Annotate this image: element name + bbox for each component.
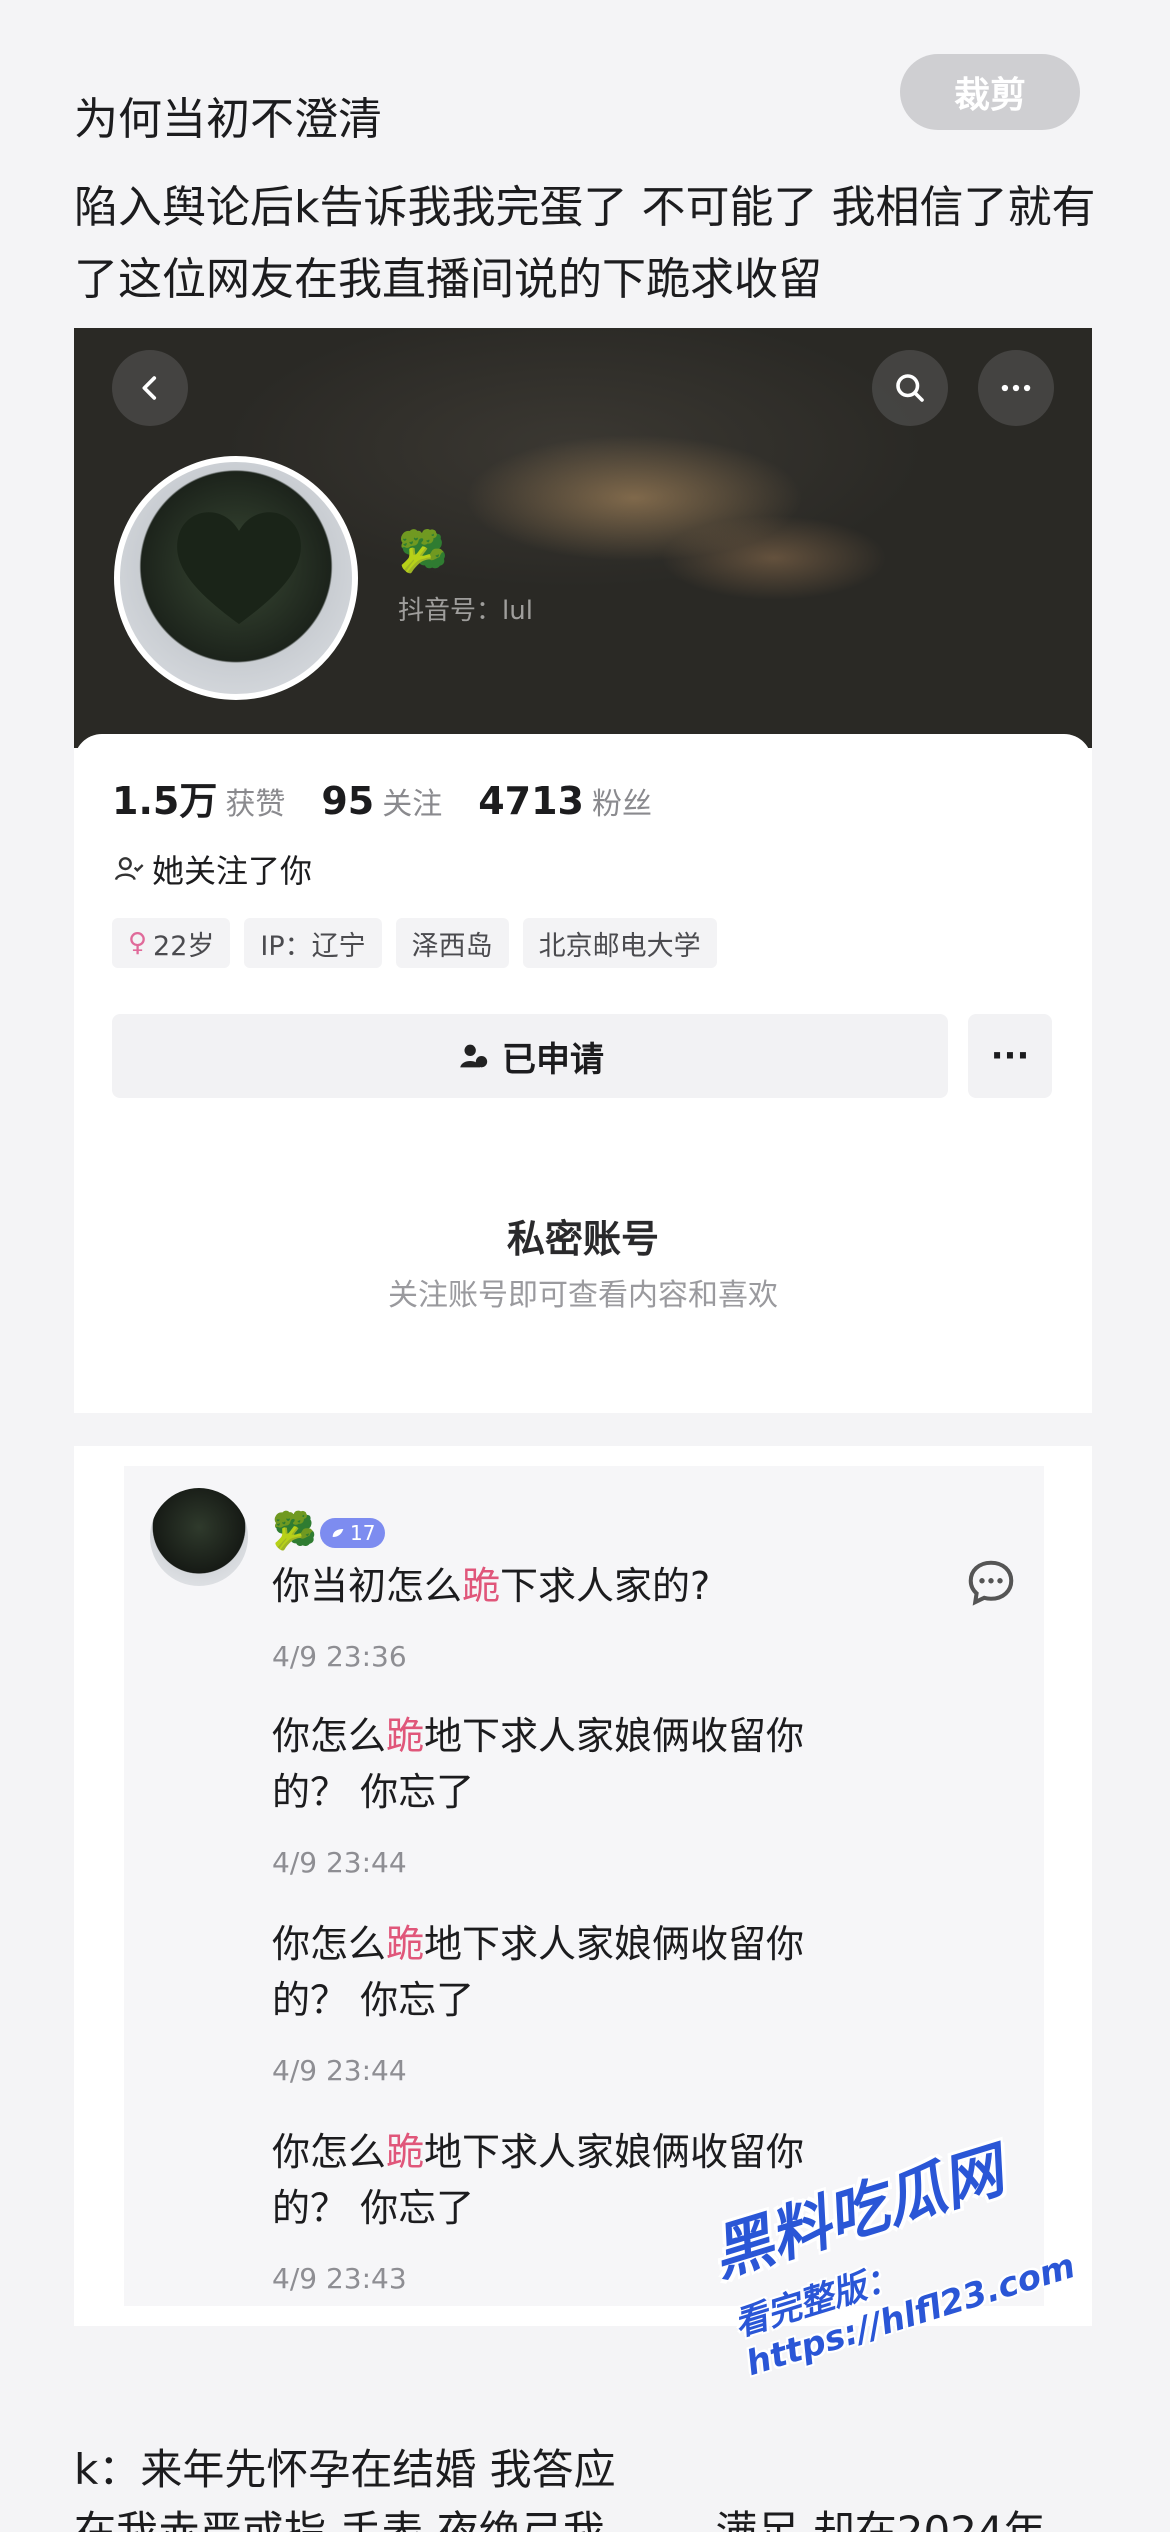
comment-text: 你怎么跪地下求人家娘俩收留你的？ 你忘了 [272,1714,805,1814]
tag-ip: IP：辽宁 [244,918,382,968]
crop-button[interactable]: 裁剪 [900,54,1080,130]
follows-you-indicator: 她关注了你 [112,846,312,892]
douyin-id[interactable]: 抖音号：lul [398,590,533,627]
stat-likes[interactable]: 1.5万 获赞 [112,770,285,825]
comment-time: 4/9 23:36 [272,1640,407,1673]
profile-tags: ♀ 22岁 IP：辽宁 泽西岛 北京邮电大学 [112,918,717,968]
post-body: 陷入舆论后k告诉我我完蛋了 不可能了 我相信了就有了这位网友在我直播间说的下跪求… [74,182,1096,305]
comment-time: 4/9 23:44 [272,1846,407,1879]
user-pending-icon [460,1044,488,1068]
chevron-left-icon [142,376,157,400]
post-footer-text: k：来年先怀孕在结婚 我答应 [74,2445,616,2494]
back-button[interactable] [112,350,188,426]
comment-time: 4/9 23:44 [272,2054,407,2087]
profile-screenshot: 🥦 抖音号：lul 1.5万 获赞 95 关注 4713 粉丝 她关注了你 ♀ 22岁 … [74,328,1092,1413]
post-footer-text-cut: 在我赤严或指 手表 夜绝弓我 …… 满足 却在2024年 [74,2507,1046,2532]
search-icon [896,374,924,402]
more-options-button[interactable] [978,350,1054,426]
profile-stats: 1.5万 获赞 95 关注 4713 粉丝 [112,770,652,825]
post-title: 为何当初不澄清 [74,94,382,145]
tag-school: 北京邮电大学 [522,918,717,968]
level-badge: 17 [320,1518,386,1548]
level-icon [332,1529,344,1537]
commenter-avatar[interactable] [150,1488,248,1586]
comment-text: 你当初怎么跪下求人家的? [272,1564,711,1608]
private-account-title: 私密账号 [506,1217,659,1261]
comment-time: 4/9 23:43 [272,2262,407,2295]
ellipsis-icon [1001,384,1031,392]
heart-tree-icon [177,512,301,624]
stat-following[interactable]: 95 关注 [321,779,442,823]
profile-card: 1.5万 获赞 95 关注 4713 粉丝 她关注了你 ♀ 22岁 IP：辽宁 泽西岛 … [74,734,1092,1413]
stat-followers[interactable]: 4713 粉丝 [478,779,652,823]
broccoli-badge: 🥦 [272,1511,317,1552]
search-button[interactable] [872,350,948,426]
private-account-subtitle: 关注账号即可查看内容和喜欢 [388,1278,778,1313]
profile-more-button[interactable]: ··· [968,1014,1052,1098]
broccoli-badge: 🥦 [398,529,448,575]
female-icon: ♀ [128,928,148,958]
tag-age: ♀ 22岁 [112,918,231,968]
tag-location: 泽西岛 [395,918,509,968]
comment-text: 你怎么跪地下求人家娘俩收留你的？ 你忘了 [272,1922,805,2022]
applied-follow-button[interactable]: 已申请 [112,1014,948,1098]
user-icon [114,857,144,881]
profile-avatar[interactable] [114,456,358,700]
reply-icon[interactable] [964,1556,1018,1610]
